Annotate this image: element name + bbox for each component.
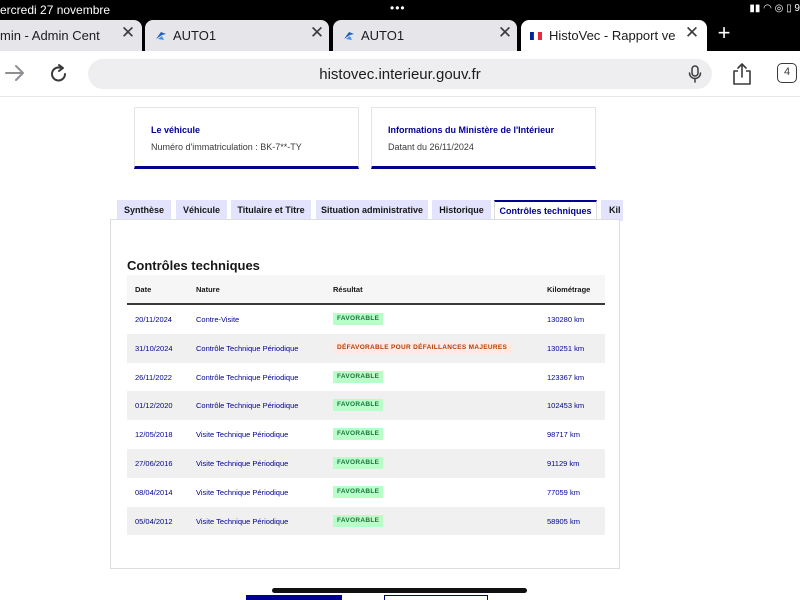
report-date: Datant du 26/11/2024 — [388, 142, 474, 152]
result-badge-favorable: FAVORABLE — [333, 514, 384, 527]
table-row: 31/10/2024 Contrôle Technique Périodique D… — [127, 333, 605, 363]
tab-historique[interactable]: Historique — [432, 200, 491, 221]
cell-date: 27/06/2016 — [135, 458, 173, 468]
auto1-logo-icon — [344, 32, 354, 40]
cell-nature: Visite Technique Périodique — [196, 458, 289, 468]
table-row: 08/04/2014 Visite Technique Périodique FAV… — [127, 478, 605, 507]
cell-km: 130251 km — [547, 343, 585, 353]
cell-date: 05/04/2012 — [135, 516, 173, 526]
vehicle-card-title: Le véhicule — [151, 125, 201, 135]
cell-nature: Contrôle Technique Périodique — [196, 401, 299, 411]
reload-icon[interactable] — [48, 63, 70, 85]
new-tab-button[interactable]: + — [714, 22, 734, 44]
cell-km: 130280 km — [547, 315, 585, 324]
home-indicator — [272, 588, 527, 593]
cell-nature: Contrôle Technique Périodique — [196, 343, 299, 353]
result-badge-favorable: FAVORABLE — [333, 313, 384, 325]
browser-tab-auto1-a[interactable]: AUTO1 ✕ — [145, 20, 329, 51]
cell-km: 77059 km — [547, 487, 580, 497]
cell-date: 08/04/2014 — [135, 487, 173, 497]
tab-title: AUTO1 — [361, 28, 405, 43]
header-result: Résultat — [333, 285, 363, 294]
cell-date: 31/10/2024 — [135, 343, 173, 353]
section-title: Contrôles techniques — [127, 258, 260, 273]
cell-date: 20/11/2024 — [135, 315, 172, 324]
cell-km: 98717 km — [547, 430, 580, 440]
url-text: histovec.interieur.gouv.fr — [319, 66, 481, 83]
tab-vehicule[interactable]: Véhicule — [176, 200, 227, 221]
microphone-icon[interactable] — [688, 65, 702, 83]
table-row: 26/11/2022 Contrôle Technique Périodique F… — [127, 363, 605, 392]
cell-km: 91129 km — [547, 458, 580, 468]
table-header: Date Nature Résultat Kilométrage — [127, 275, 605, 305]
address-bar[interactable]: histovec.interieur.gouv.fr — [88, 59, 712, 89]
browser-toolbar: histovec.interieur.gouv.fr 4 — [0, 51, 800, 97]
status-bar: ercredi 27 novembre ••• ▮▮ ◠ ◎ ▯ 9 — [0, 0, 800, 20]
tab-title: HistoVec - Rapport vendu — [549, 28, 675, 43]
result-badge-favorable: FAVORABLE — [333, 399, 384, 412]
tab-titulaire[interactable]: Titulaire et Titre — [231, 200, 311, 221]
browser-tab-histovec[interactable]: HistoVec - Rapport vendu ✕ — [521, 20, 707, 51]
tab-kilometrage[interactable]: Kil — [601, 200, 623, 221]
french-flag-icon — [530, 31, 542, 41]
browser-tab-strip: min - Admin Center ✕ AUTO1 ✕ AUTO1 ✕ His… — [0, 20, 800, 51]
table-row: 27/06/2016 Visite Technique Périodique FAV… — [127, 448, 605, 478]
cell-date: 12/05/2018 — [135, 430, 173, 440]
vehicle-card: Le véhicule Numéro d'immatriculation : B… — [134, 107, 359, 169]
result-badge-favorable: FAVORABLE — [333, 456, 384, 469]
auto1-logo-icon — [156, 32, 166, 40]
controls-panel: Contrôles techniques Date Nature Résulta… — [110, 219, 620, 569]
table-body: 20/11/2024 Contre-Visite FAVORABLE 130280 k… — [127, 305, 605, 536]
result-badge-favorable: FAVORABLE — [333, 485, 384, 498]
header-km: Kilométrage — [547, 285, 591, 294]
cell-date: 01/12/2020 — [135, 401, 173, 411]
tabs-overview-button[interactable]: 4 — [777, 63, 797, 83]
ministry-card-title: Informations du Ministère de l'Intérieur — [388, 125, 555, 135]
result-badge-defavorable: DÉFAVORABLE POUR DÉFAILLANCES MAJEURES — [333, 341, 512, 354]
tab-title: AUTO1 — [173, 28, 217, 43]
result-badge-favorable: FAVORABLE — [333, 370, 384, 383]
cell-date: 26/11/2022 — [135, 372, 172, 382]
table-row: 12/05/2018 Visite Technique Périodique FAV… — [127, 420, 605, 449]
close-icon[interactable]: ✕ — [309, 24, 325, 41]
cell-nature: Visite Technique Périodique — [196, 430, 289, 440]
browser-tab-auto1-b[interactable]: AUTO1 ✕ — [333, 20, 517, 51]
cell-km: 102453 km — [547, 401, 585, 411]
cell-nature: Contre-Visite — [196, 315, 240, 324]
tab-situation-administrative[interactable]: Situation administrative — [316, 200, 428, 221]
primary-button[interactable] — [246, 595, 342, 600]
forward-arrow-icon[interactable] — [4, 63, 26, 83]
table-row: 05/04/2012 Visite Technique Périodique FAV… — [127, 506, 605, 536]
close-icon[interactable]: ✕ — [120, 24, 136, 41]
cell-nature: Visite Technique Périodique — [196, 487, 289, 497]
table-row: 01/12/2020 Contrôle Technique Périodique F… — [127, 391, 605, 421]
browser-tab-admin-center[interactable]: min - Admin Center ✕ — [0, 20, 142, 51]
cell-km: 123367 km — [547, 372, 585, 382]
cell-nature: Visite Technique Périodique — [196, 516, 289, 526]
header-nature: Nature — [196, 285, 220, 294]
tab-title: min - Admin Center — [0, 28, 100, 43]
table-row: 20/11/2024 Contre-Visite FAVORABLE 130280 k… — [127, 305, 605, 334]
ministry-card: Informations du Ministère de l'Intérieur… — [371, 107, 596, 169]
status-date: ercredi 27 novembre — [0, 3, 111, 17]
status-indicators: ▮▮ ◠ ◎ ▯ 9 — [749, 3, 800, 14]
close-icon[interactable]: ✕ — [497, 24, 513, 41]
tab-synthese[interactable]: Synthèse — [117, 200, 171, 221]
cell-nature: Contrôle Technique Périodique — [196, 372, 299, 382]
multitask-dots[interactable]: ••• — [390, 1, 406, 15]
controls-table: Date Nature Résultat Kilométrage 20/11/2… — [127, 275, 605, 536]
close-icon[interactable]: ✕ — [684, 24, 700, 41]
web-page: Le véhicule Numéro d'immatriculation : B… — [0, 97, 800, 600]
share-icon[interactable] — [731, 62, 753, 86]
result-badge-favorable: FAVORABLE — [333, 428, 384, 441]
cell-km: 58905 km — [547, 516, 580, 526]
registration-number: Numéro d'immatriculation : BK-7**-TY — [151, 142, 302, 152]
secondary-button[interactable] — [384, 595, 488, 600]
header-date: Date — [135, 285, 152, 294]
